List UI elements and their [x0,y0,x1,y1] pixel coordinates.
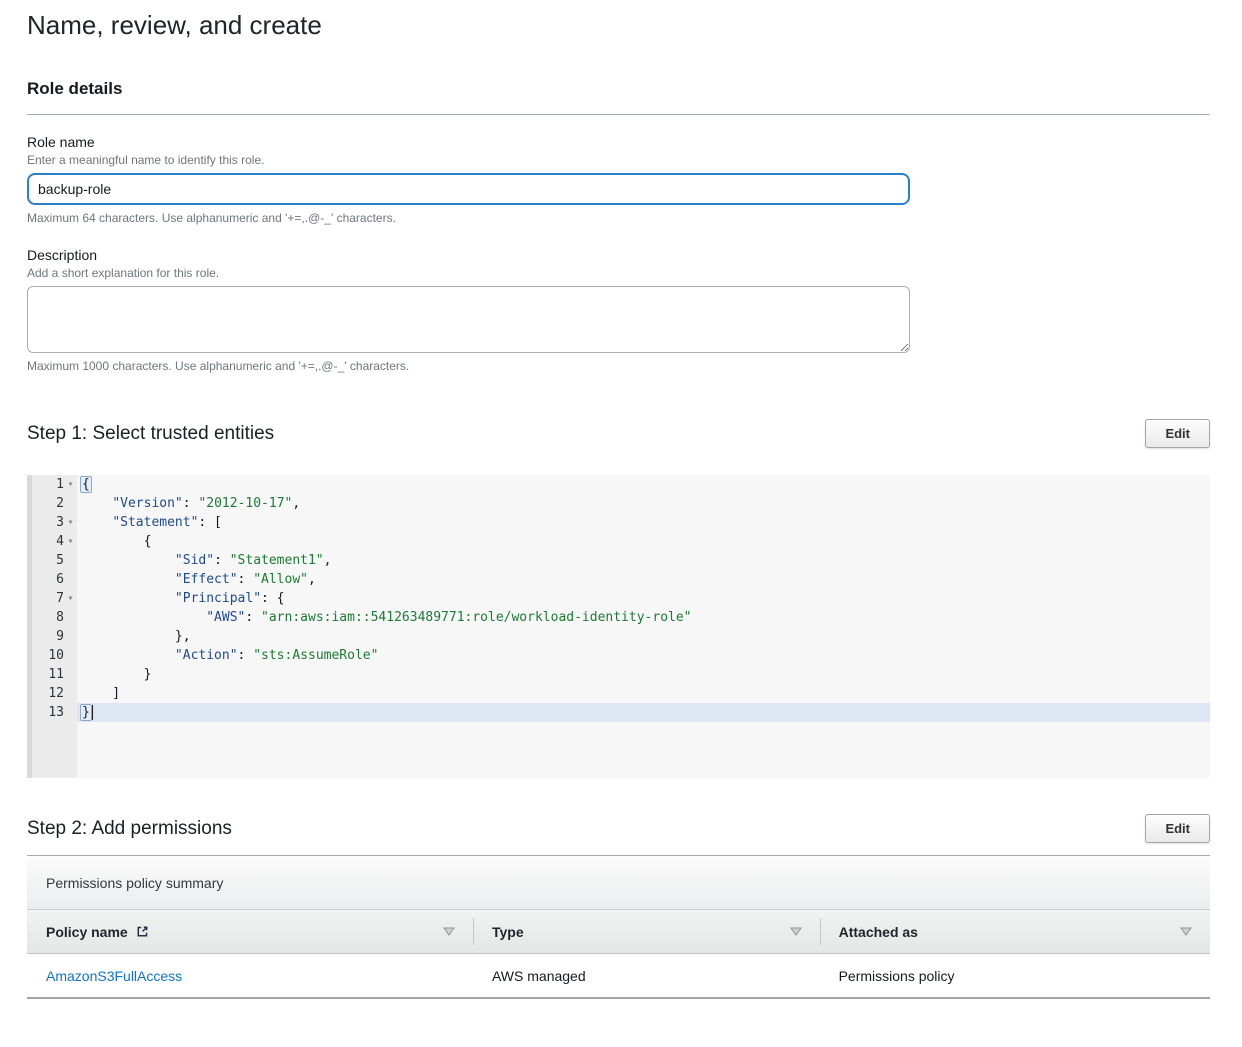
policy-table-header: Policy name Type At [27,910,1210,954]
line-number: 5 [27,551,77,570]
role-name-field-group: Role name Enter a meaningful name to ide… [27,134,1210,225]
role-details-heading: Role details [27,79,1210,99]
code-line-content: } [77,665,1210,684]
attached-as-cell: Permissions policy [820,968,1210,984]
line-number: 9 [27,627,77,646]
description-textarea[interactable] [27,286,910,353]
fold-arrow-icon[interactable]: ▾ [64,589,77,608]
code-line-content: "Sid": "Statement1", [77,551,1210,570]
code-line-content: ] [77,684,1210,703]
step2-header-row: Step 2: Add permissions Edit [27,814,1210,843]
role-name-label: Role name [27,134,1210,150]
code-line-content: "Version": "2012-10-17", [77,494,1210,513]
permissions-summary-panel: Permissions policy summary Policy name T… [27,856,1210,999]
column-header-attached-as[interactable]: Attached as [820,910,1210,953]
code-line-content: "AWS": "arn:aws:iam::541263489771:role/w… [77,608,1210,627]
step2-edit-button[interactable]: Edit [1145,814,1210,843]
gutter [27,722,77,778]
line-number: 2 [27,494,77,513]
editor-line[interactable]: 3▾ "Statement": [ [27,513,1210,532]
line-number: 4▾ [27,532,77,551]
editor-empty-area[interactable] [27,722,1210,778]
fold-arrow-icon[interactable]: ▾ [64,475,77,494]
editor-line[interactable]: 4▾ { [27,532,1210,551]
line-number: 6 [27,570,77,589]
column-header-type[interactable]: Type [473,910,820,953]
policy-name-link[interactable]: AmazonS3FullAccess [46,968,182,984]
description-help: Add a short explanation for this role. [27,266,1210,280]
code-line-content: { [77,475,1210,494]
sort-down-icon[interactable] [1180,927,1192,936]
editor-line[interactable]: 11 } [27,665,1210,684]
line-number: 11 [27,665,77,684]
code-area [77,722,1210,778]
role-details-divider [27,114,1210,115]
line-number: 1▾ [27,475,77,494]
trust-policy-editor[interactable]: 1▾{2 "Version": "2012-10-17",3▾ "Stateme… [27,475,1210,778]
step1-edit-button[interactable]: Edit [1145,419,1210,448]
code-line-content: { [77,532,1210,551]
description-label: Description [27,247,1210,263]
editor-line[interactable]: 12 ] [27,684,1210,703]
column-label: Attached as [839,924,918,940]
editor-line[interactable]: 13} [27,703,1210,722]
code-line-content: } [77,703,1210,722]
fold-arrow-icon[interactable]: ▾ [64,513,77,532]
fold-arrow-icon[interactable]: ▾ [64,532,77,551]
role-name-constraint: Maximum 64 characters. Use alphanumeric … [27,211,1210,225]
sort-down-icon[interactable] [443,927,455,936]
policy-table-body: AmazonS3FullAccess AWS managedPermissions… [27,954,1210,999]
description-constraint: Maximum 1000 characters. Use alphanumeri… [27,359,1210,373]
role-name-input[interactable] [27,173,910,205]
column-header-policy-name[interactable]: Policy name [27,910,473,953]
table-row: AmazonS3FullAccess AWS managedPermissions… [27,954,1210,999]
sort-down-icon[interactable] [790,927,802,936]
external-link-icon [135,924,150,939]
editor-line[interactable]: 9 }, [27,627,1210,646]
line-number: 12 [27,684,77,703]
column-label: Type [492,924,524,940]
policy-name-cell: AmazonS3FullAccess [27,968,473,984]
page-title: Name, review, and create [27,10,1210,41]
role-name-help: Enter a meaningful name to identify this… [27,153,1210,167]
code-line-content: "Principal": { [77,589,1210,608]
editor-line[interactable]: 7▾ "Principal": { [27,589,1210,608]
line-number: 8 [27,608,77,627]
code-line-content: "Statement": [ [77,513,1210,532]
editor-line[interactable]: 8 "AWS": "arn:aws:iam::541263489771:role… [27,608,1210,627]
editor-line[interactable]: 6 "Effect": "Allow", [27,570,1210,589]
line-number: 13 [27,703,77,722]
step1-heading: Step 1: Select trusted entities [27,423,274,445]
panel-title: Permissions policy summary [46,875,223,891]
step1-header-row: Step 1: Select trusted entities Edit [27,419,1210,448]
policy-type-cell: AWS managed [473,968,820,984]
editor-line[interactable]: 2 "Version": "2012-10-17", [27,494,1210,513]
code-line-content: "Action": "sts:AssumeRole" [77,646,1210,665]
line-number: 3▾ [27,513,77,532]
panel-header: Permissions policy summary [27,856,1210,910]
line-number: 7▾ [27,589,77,608]
page: Name, review, and create Role details Ro… [0,10,1242,1019]
description-field-group: Description Add a short explanation for … [27,247,1210,373]
editor-line[interactable]: 1▾{ [27,475,1210,494]
line-number: 10 [27,646,77,665]
code-line-content: "Effect": "Allow", [77,570,1210,589]
text-cursor [92,705,94,720]
editor-line[interactable]: 10 "Action": "sts:AssumeRole" [27,646,1210,665]
column-label: Policy name [46,924,128,940]
code-line-content: }, [77,627,1210,646]
editor-line[interactable]: 5 "Sid": "Statement1", [27,551,1210,570]
step2-heading: Step 2: Add permissions [27,818,232,840]
